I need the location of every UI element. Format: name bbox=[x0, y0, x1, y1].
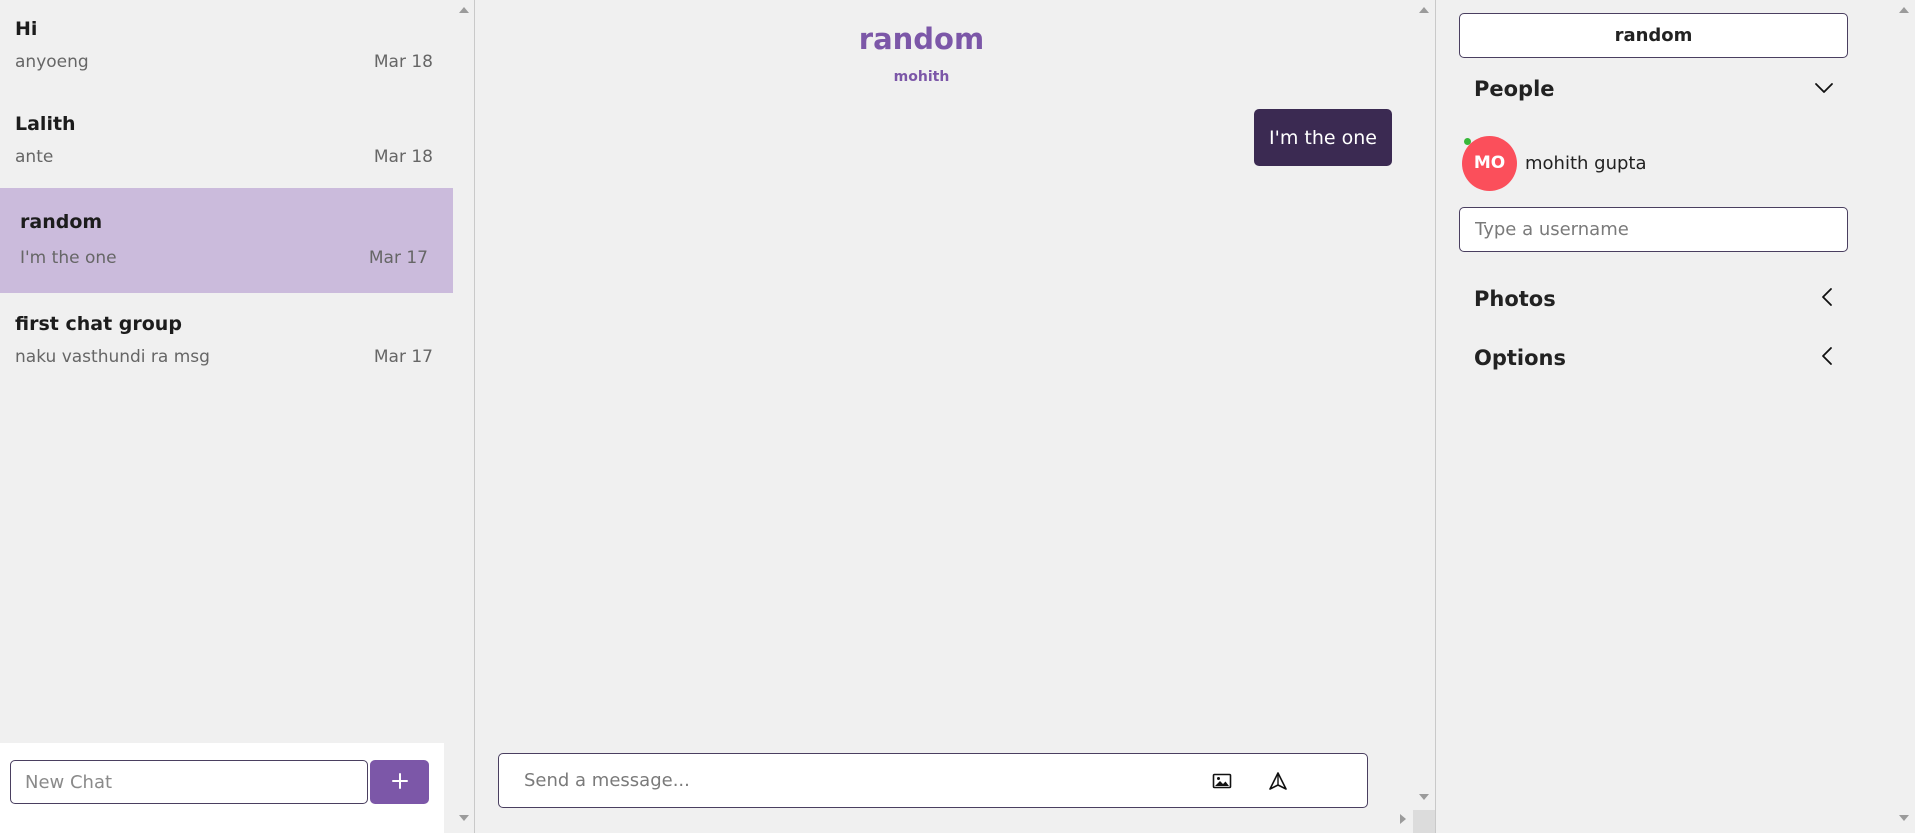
chat-card-title: random bbox=[20, 211, 103, 233]
feed-scroll-down-arrow[interactable] bbox=[1419, 794, 1429, 800]
chat-subtitle: mohith bbox=[893, 69, 950, 85]
chevron-down-icon[interactable] bbox=[1814, 80, 1834, 99]
settings-scroll-down-arrow[interactable] bbox=[1899, 815, 1909, 821]
new-chat-bar bbox=[0, 743, 444, 833]
feed-scroll-up-arrow[interactable] bbox=[1419, 7, 1429, 13]
scroll-down-arrow[interactable] bbox=[459, 815, 469, 821]
message-composer bbox=[498, 753, 1368, 808]
options-label: Options bbox=[1474, 346, 1566, 370]
new-chat-button[interactable] bbox=[370, 760, 429, 804]
chat-card-lalith[interactable]: Lalith ante Mar 18 bbox=[0, 95, 453, 195]
chat-card-first-chat-group[interactable]: first chat group naku vasthundi ra msg M… bbox=[0, 295, 453, 395]
people-section-header[interactable]: People bbox=[1474, 74, 1834, 104]
message-input[interactable] bbox=[500, 755, 1180, 806]
new-chat-input[interactable] bbox=[10, 760, 368, 804]
feed-scroll-right-arrow[interactable] bbox=[1400, 814, 1406, 824]
own-message-bubble: I'm the one bbox=[1254, 109, 1392, 166]
person-row: MO mohith gupta bbox=[1462, 135, 1647, 191]
chat-card-preview: I'm the one bbox=[20, 248, 117, 268]
chat-card-date: Mar 18 bbox=[373, 52, 433, 72]
options-section-header[interactable]: Options bbox=[1474, 343, 1834, 373]
scrollbar-corner bbox=[1413, 810, 1435, 833]
chat-card-preview: anyoeng bbox=[15, 52, 89, 72]
avatar-initials: MO bbox=[1473, 153, 1506, 173]
photos-section-header[interactable]: Photos bbox=[1474, 284, 1834, 314]
person-name: mohith gupta bbox=[1525, 152, 1647, 174]
image-icon[interactable] bbox=[1209, 768, 1235, 794]
chat-title: random bbox=[858, 22, 985, 56]
send-icon[interactable] bbox=[1265, 768, 1291, 794]
chat-card-date: Mar 18 bbox=[373, 147, 433, 167]
chat-list-pane: Hi anyoeng Mar 18 Lalith ante Mar 18 ran… bbox=[0, 0, 474, 833]
chat-card-title: Lalith bbox=[15, 113, 76, 135]
chat-settings-pane: random People MO mohith gupta Photos Opt… bbox=[1436, 0, 1915, 833]
chat-card-hi[interactable]: Hi anyoeng Mar 18 bbox=[0, 0, 453, 100]
chat-card-preview: ante bbox=[15, 147, 54, 167]
chat-card-preview: naku vasthundi ra msg bbox=[15, 347, 210, 367]
chevron-left-icon[interactable] bbox=[1820, 287, 1834, 311]
chevron-left-icon[interactable] bbox=[1820, 346, 1834, 370]
chat-card-title: first chat group bbox=[15, 313, 182, 335]
add-username-input[interactable] bbox=[1459, 207, 1848, 252]
settings-scroll-up-arrow[interactable] bbox=[1899, 7, 1909, 13]
chat-card-title: Hi bbox=[15, 18, 38, 40]
chat-card-date: Mar 17 bbox=[368, 248, 428, 268]
scroll-up-arrow[interactable] bbox=[459, 7, 469, 13]
people-label: People bbox=[1474, 77, 1555, 101]
photos-label: Photos bbox=[1474, 287, 1556, 311]
avatar: MO bbox=[1462, 135, 1517, 191]
settings-chat-title[interactable]: random bbox=[1459, 13, 1848, 58]
online-status-dot bbox=[1464, 137, 1471, 145]
plus-icon bbox=[391, 772, 409, 793]
chat-feed-pane: random mohith I'm the one bbox=[475, 0, 1435, 833]
chat-card-random-active[interactable]: random I'm the one Mar 17 bbox=[0, 188, 453, 293]
chat-card-date: Mar 17 bbox=[373, 347, 433, 367]
